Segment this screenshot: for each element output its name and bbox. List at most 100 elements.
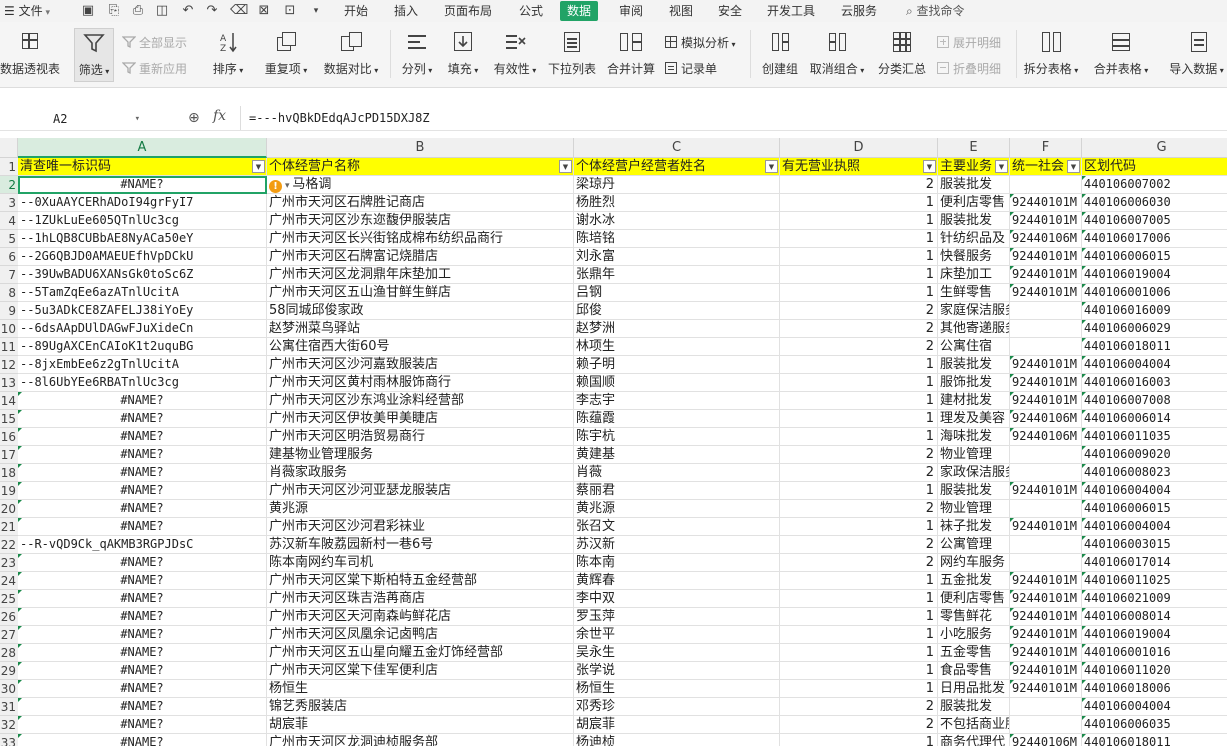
cell-f[interactable]: 92440101M	[1010, 356, 1082, 374]
cell-d[interactable]: 1	[780, 284, 938, 302]
cell-f[interactable]	[1010, 536, 1082, 554]
cell-g[interactable]: 440106006014	[1082, 410, 1227, 428]
worksheet-grid[interactable]: A B C D E F G 1 清查唯一标识码 ▼ 个体经营户名称 ▼ 个体经营户经…	[0, 138, 1227, 746]
cell-a[interactable]: #NAME?	[18, 410, 267, 428]
merge-calculation-button[interactable]: 合并计算	[606, 30, 656, 77]
cell-a[interactable]: #NAME?	[18, 716, 267, 734]
cell-e[interactable]: 公寓管理	[938, 536, 1010, 554]
cell-f[interactable]: 92440106M	[1010, 734, 1082, 746]
cell-d[interactable]: 1	[780, 734, 938, 746]
cell-a[interactable]: #NAME?	[18, 680, 267, 698]
cell-g[interactable]: 440106004004	[1082, 356, 1227, 374]
cell-d[interactable]: 1	[780, 608, 938, 626]
cell-f[interactable]	[1010, 698, 1082, 716]
row-header[interactable]: 25	[0, 590, 18, 608]
cell-g[interactable]: 440106018011	[1082, 338, 1227, 356]
header-cell[interactable]: 个体经营户经营者姓名 ▼	[574, 158, 780, 176]
cell-c[interactable]: 邓秀珍	[574, 698, 780, 716]
cell-f[interactable]: 92440101M	[1010, 392, 1082, 410]
cell-a[interactable]: --6dsAApDUlDAGwFJuXideCn	[18, 320, 267, 338]
cell-e[interactable]: 商务代理代	[938, 734, 1010, 746]
cell-c[interactable]: 杨胜烈	[574, 194, 780, 212]
cell-f[interactable]: 92440101M	[1010, 626, 1082, 644]
header-cell[interactable]: 主要业务 ▼	[938, 158, 1010, 176]
cell-f[interactable]: 92440101M	[1010, 194, 1082, 212]
row-header[interactable]: 23	[0, 554, 18, 572]
cell-b[interactable]: 公寓住宿西大街60号	[267, 338, 574, 356]
cell-g[interactable]: 440106016009	[1082, 302, 1227, 320]
cell-c[interactable]: 张鼎年	[574, 266, 780, 284]
cell-f[interactable]	[1010, 302, 1082, 320]
cell-a[interactable]: --89UgAXCEnCAIoK1t2uquBG	[18, 338, 267, 356]
cell-g[interactable]: 440106006015	[1082, 248, 1227, 266]
cell-f[interactable]	[1010, 176, 1082, 194]
cell-f[interactable]	[1010, 446, 1082, 464]
collapse-detail-button[interactable]: 折叠明细	[936, 60, 1001, 78]
header-cell[interactable]: 统一社会 ▼	[1010, 158, 1082, 176]
header-cell[interactable]: 清查唯一标识码 ▼	[18, 158, 267, 176]
cell-a[interactable]: --1ZUkLuEe605QTnlUc3cg	[18, 212, 267, 230]
cell-e[interactable]: 服装批发	[938, 356, 1010, 374]
show-all-button[interactable]: 全部显示	[121, 34, 187, 52]
cell-d[interactable]: 1	[780, 230, 938, 248]
cell-a[interactable]: #NAME?	[18, 626, 267, 644]
column-header-f[interactable]: F	[1010, 138, 1082, 158]
cell-c[interactable]: 黄兆源	[574, 500, 780, 518]
cell-g[interactable]: 440106021009	[1082, 590, 1227, 608]
cell-f[interactable]: 92440101M	[1010, 572, 1082, 590]
column-header-c[interactable]: C	[574, 138, 780, 158]
what-if-analysis-button[interactable]: 模拟分析 ▾	[664, 34, 736, 52]
cell-e[interactable]: 食品零售	[938, 662, 1010, 680]
cell-d[interactable]: 2	[780, 554, 938, 572]
cell-c[interactable]: 杨迪桢	[574, 734, 780, 746]
cell-g[interactable]: 440106001006	[1082, 284, 1227, 302]
duplicates-button[interactable]: 重复项 ▾	[260, 30, 312, 77]
cell-g[interactable]: 440106006029	[1082, 320, 1227, 338]
cell-f[interactable]: 92440101M	[1010, 662, 1082, 680]
row-header[interactable]: 3	[0, 194, 18, 212]
cell-f[interactable]: 92440101M	[1010, 266, 1082, 284]
filter-dropdown-icon[interactable]: ▼	[559, 160, 572, 173]
cell-c[interactable]: 胡宸菲	[574, 716, 780, 734]
cell-e[interactable]: 网约车服务	[938, 554, 1010, 572]
tab-view[interactable]: 视图	[669, 0, 693, 22]
row-header[interactable]: 5	[0, 230, 18, 248]
cell-c[interactable]: 肖薇	[574, 464, 780, 482]
cell-b[interactable]: 建基物业管理服务	[267, 446, 574, 464]
filter-dropdown-icon[interactable]: ▼	[1067, 160, 1080, 173]
cell-c[interactable]: 张召文	[574, 518, 780, 536]
cell-b[interactable]: 广州市天河区黄村雨林服饰商行	[267, 374, 574, 392]
cell-g[interactable]: 440106018006	[1082, 680, 1227, 698]
cell-c[interactable]: 陈宇杭	[574, 428, 780, 446]
cell-d[interactable]: 1	[780, 212, 938, 230]
text-to-columns-button[interactable]: 分列 ▾	[398, 30, 436, 77]
cell-d[interactable]: 2	[780, 536, 938, 554]
cell-g[interactable]: 440106006015	[1082, 500, 1227, 518]
cell-a[interactable]: --0XuAAYCERhADoI94grFyI7	[18, 194, 267, 212]
cell-b[interactable]: ! ▾ 马格调	[267, 176, 574, 194]
file-menu[interactable]: ☰ 文件 ▾	[4, 0, 50, 22]
cell-a[interactable]: #NAME?	[18, 554, 267, 572]
cell-d[interactable]: 1	[780, 410, 938, 428]
row-header[interactable]: 29	[0, 662, 18, 680]
row-header[interactable]: 22	[0, 536, 18, 554]
cell-f[interactable]	[1010, 320, 1082, 338]
cell-c[interactable]: 林项生	[574, 338, 780, 356]
cell-f[interactable]	[1010, 338, 1082, 356]
tab-home[interactable]: 开始	[344, 0, 368, 22]
cell-c[interactable]: 梁琼丹	[574, 176, 780, 194]
cell-g[interactable]: 440106004004	[1082, 482, 1227, 500]
cell-a[interactable]: #NAME?	[18, 644, 267, 662]
cell-b[interactable]: 广州市天河区长兴街铭成棉布纺织品商行	[267, 230, 574, 248]
cell-c[interactable]: 黄辉春	[574, 572, 780, 590]
command-search[interactable]: ⌕ 查找命令	[906, 0, 965, 22]
cell-e[interactable]: 其他寄递服务	[938, 320, 1010, 338]
cell-g[interactable]: 440106017014	[1082, 554, 1227, 572]
cell-a[interactable]: #NAME?	[18, 698, 267, 716]
error-warning-icon[interactable]: !	[269, 180, 282, 193]
cell-a[interactable]: --1hLQB8CUBbAE8NyACa50eY	[18, 230, 267, 248]
cell-b[interactable]: 广州市天河区石牌富记烧腊店	[267, 248, 574, 266]
cell-c[interactable]: 谢水冰	[574, 212, 780, 230]
cell-g[interactable]: 440106019004	[1082, 266, 1227, 284]
row-header[interactable]: 17	[0, 446, 18, 464]
